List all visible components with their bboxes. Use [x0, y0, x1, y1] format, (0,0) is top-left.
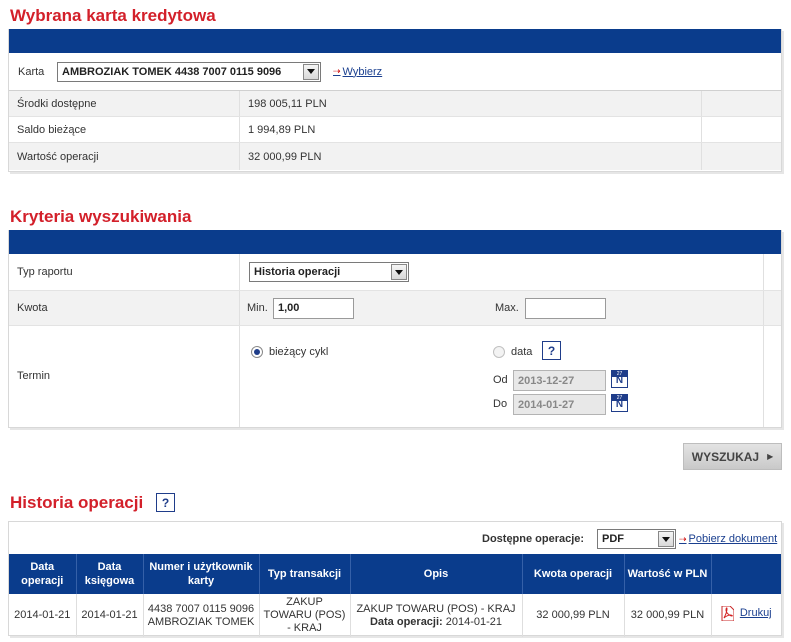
help-icon[interactable]: ?	[542, 341, 561, 360]
date-radio[interactable]	[493, 346, 505, 358]
chevron-down-icon[interactable]	[303, 63, 319, 80]
choose-card-link-label: Wybierz	[342, 65, 383, 78]
search-button-label: WYSZUKAJ	[691, 449, 760, 464]
op-date-cell: 2014-01-21	[9, 594, 77, 637]
column-header: Kwota operacji	[522, 554, 625, 594]
info-row-label: Saldo bieżące	[17, 123, 87, 136]
card-panel: Karta AMBROZIAK TOMEK 4438 7007 0115 909…	[8, 29, 782, 172]
history-section-title: Historia operacji	[10, 493, 144, 512]
card-number: 4438 7007 0115 9096	[147, 602, 255, 615]
date-label: data	[511, 346, 533, 358]
from-date-input[interactable]: 2013-12-27	[513, 370, 606, 391]
info-row: Środki dostępne 198 005,11 PLN	[9, 91, 781, 117]
available-ops-label: Dostępne operacje:	[482, 533, 585, 545]
format-select[interactable]: PDF	[597, 529, 676, 549]
format-value: PDF	[602, 533, 624, 545]
min-amount-input[interactable]: 1,00	[273, 297, 354, 319]
card-user: AMBROZIAK TOMEK	[147, 615, 255, 628]
card-select[interactable]: AMBROZIAK TOMEK 4438 7007 0115 9096	[57, 61, 321, 82]
max-label: Max.	[495, 302, 519, 314]
arrow-right-icon: ⇢	[333, 66, 341, 76]
column-header: Wartość w PLN	[624, 554, 712, 594]
from-date-value: 2013-12-27	[518, 374, 575, 387]
to-date-input[interactable]: 2014-01-27	[513, 394, 606, 415]
history-toolbar: Dostępne operacje: PDF ⇢ Pobierz dokumen…	[9, 522, 781, 554]
table-row: 2014-01-21 2014-01-21 4438 7007 0115 909…	[9, 594, 781, 637]
info-row-value: 32 000,99 PLN	[248, 150, 322, 163]
table-header-row: Data operacji Data księgowa Numer i użyt…	[9, 554, 781, 594]
current-cycle-label: bieżący cykl	[269, 346, 329, 358]
from-label: Od	[493, 374, 508, 386]
print-link-label: Drukuj	[739, 607, 772, 619]
play-arrow-icon: ▶	[767, 452, 774, 461]
report-type-row: Typ raportu Historia operacji	[9, 254, 781, 291]
column-header: Data księgowa	[76, 554, 144, 594]
info-row-label: Środki dostępne	[17, 97, 97, 110]
calendar-icon[interactable]: 27 N	[611, 394, 628, 412]
term-label: Termin	[17, 370, 51, 382]
arrow-right-icon: ⇢	[679, 533, 687, 544]
column-header: Typ transakcji	[259, 554, 351, 594]
current-cycle-radio[interactable]	[251, 346, 263, 358]
card-section-title: Wybrana karta kredytowa	[10, 6, 216, 25]
book-date-cell: 2014-01-21	[76, 594, 144, 637]
info-row-label: Wartość operacji	[17, 150, 99, 163]
info-row: Saldo bieżące 1 994,89 PLN	[9, 117, 781, 143]
criteria-panel-header	[9, 230, 781, 254]
date-option[interactable]: data	[493, 346, 532, 358]
calendar-icon[interactable]: 27 N	[611, 370, 628, 388]
chevron-down-icon[interactable]	[391, 264, 407, 280]
value-pln-cell: 32 000,99 PLN	[624, 594, 712, 637]
info-row-value: 198 005,11 PLN	[248, 97, 327, 110]
card-select-row: Karta AMBROZIAK TOMEK 4438 7007 0115 909…	[9, 53, 781, 91]
print-link[interactable]: Drukuj	[721, 606, 772, 621]
choose-card-link[interactable]: ⇢ Wybierz	[333, 66, 382, 78]
print-cell: Drukuj	[711, 594, 781, 637]
history-table: Data operacji Data księgowa Numer i użyt…	[9, 554, 781, 637]
description-date-label: Data operacji:	[369, 615, 443, 628]
transaction-type-cell: ZAKUP TOWARU (POS) - KRAJ	[259, 594, 351, 637]
card-panel-header	[9, 29, 781, 53]
card-label: Karta	[18, 65, 45, 78]
download-link[interactable]: ⇢ Pobierz dokument	[679, 533, 777, 545]
amount-row: Kwota Min. 1,00 Max.	[9, 291, 781, 326]
info-row: Wartość operacji 32 000,99 PLN	[9, 143, 781, 170]
criteria-section-title: Kryteria wyszukiwania	[10, 207, 192, 226]
column-header: Opis	[350, 554, 523, 594]
min-amount-value: 1,00	[278, 302, 300, 314]
description-date: 2014-01-21	[445, 615, 503, 628]
column-header	[711, 554, 781, 594]
report-type-select[interactable]: Historia operacji	[249, 262, 409, 282]
help-icon[interactable]: ?	[156, 493, 175, 512]
card-select-value: AMBROZIAK TOMEK 4438 7007 0115 9096	[62, 65, 282, 78]
amount-cell: 32 000,99 PLN	[522, 594, 625, 637]
current-cycle-option[interactable]: bieżący cykl	[251, 346, 328, 358]
max-amount-input[interactable]	[525, 297, 606, 319]
column-header: Numer i użytkownik karty	[143, 554, 260, 594]
criteria-panel: Typ raportu Historia operacji Kwota Min.…	[8, 230, 782, 428]
to-label: Do	[493, 398, 508, 410]
report-type-label: Typ raportu	[17, 266, 73, 278]
amount-label: Kwota	[17, 302, 48, 314]
term-row: Termin bieżący cykl data ? Od 2013-12-27…	[9, 326, 781, 427]
chevron-down-icon[interactable]	[658, 531, 674, 547]
info-row-value: 1 994,89 PLN	[248, 123, 316, 136]
search-button[interactable]: WYSZUKAJ ▶	[683, 443, 782, 470]
description-cell: ZAKUP TOWARU (POS) - KRAJ Data operacji:…	[350, 594, 523, 637]
download-link-label: Pobierz dokument	[688, 533, 778, 545]
to-date-value: 2014-01-27	[518, 398, 575, 411]
min-label: Min.	[247, 302, 268, 314]
column-header: Data operacji	[9, 554, 77, 594]
pdf-icon	[721, 606, 734, 621]
description-text: ZAKUP TOWARU (POS) - KRAJ	[356, 602, 516, 615]
history-panel: Dostępne operacje: PDF ⇢ Pobierz dokumen…	[8, 521, 782, 637]
card-user-cell: 4438 7007 0115 9096 AMBROZIAK TOMEK	[143, 594, 260, 637]
report-type-value: Historia operacji	[254, 266, 341, 278]
